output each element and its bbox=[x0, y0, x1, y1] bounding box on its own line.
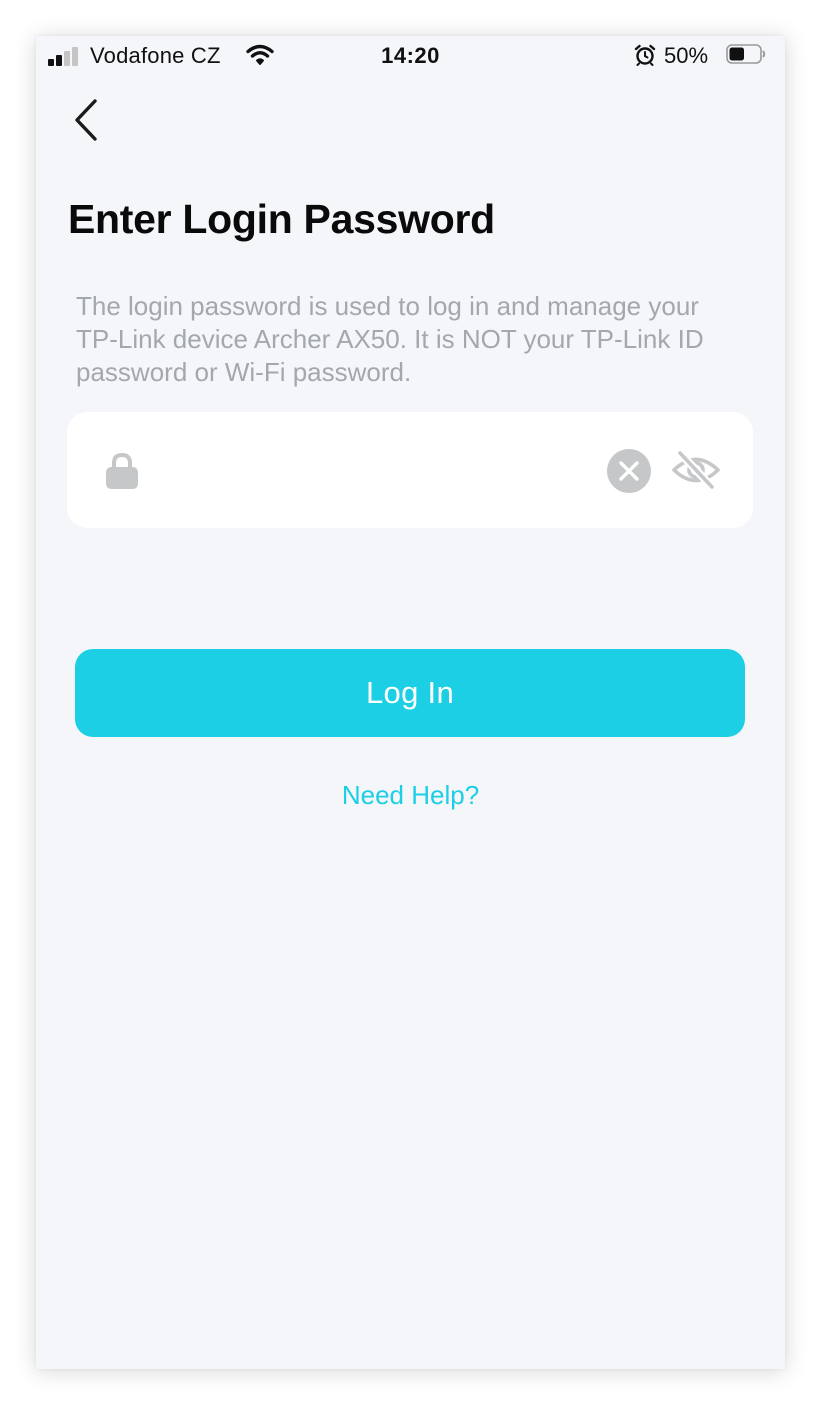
status-bar: Vodafone CZ 14:20 50% bbox=[36, 36, 785, 76]
clear-icon[interactable] bbox=[606, 448, 652, 494]
battery-percentage: 50% bbox=[664, 43, 709, 68]
login-button[interactable]: Log In bbox=[75, 649, 745, 737]
battery-icon bbox=[726, 44, 766, 64]
alarm-icon bbox=[634, 44, 656, 66]
password-field[interactable] bbox=[67, 412, 753, 528]
page-title: Enter Login Password bbox=[68, 196, 495, 242]
need-help-link[interactable]: Need Help? bbox=[36, 780, 785, 811]
chevron-left-icon[interactable] bbox=[72, 98, 102, 142]
password-input[interactable] bbox=[167, 442, 591, 500]
lock-icon bbox=[106, 452, 138, 489]
page-description: The login password is used to log in and… bbox=[76, 291, 704, 387]
phone-screen: Vodafone CZ 14:20 50% Enter Login Passwo… bbox=[36, 36, 785, 1369]
eye-off-icon[interactable] bbox=[671, 448, 721, 492]
